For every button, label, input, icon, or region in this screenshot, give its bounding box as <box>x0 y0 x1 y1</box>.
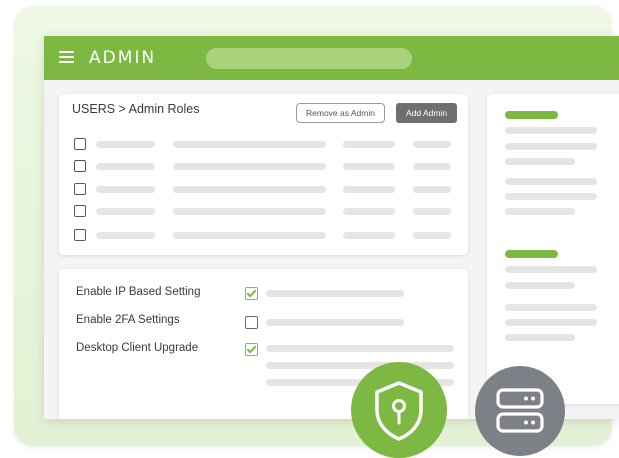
add-admin-button[interactable]: Add Admin <box>396 103 457 123</box>
setting-label-desktop: Desktop Client Upgrade <box>76 342 199 354</box>
row-checkbox[interactable] <box>74 205 86 217</box>
app-title: ADMIN <box>89 48 157 68</box>
search-input[interactable] <box>206 48 412 69</box>
table-row <box>59 183 468 199</box>
remove-admin-button[interactable]: Remove as Admin <box>296 103 385 123</box>
table-row <box>59 229 468 245</box>
ip-setting-checkbox[interactable] <box>245 287 258 300</box>
row-checkbox[interactable] <box>74 138 86 150</box>
security-badge <box>351 362 447 458</box>
server-stack-icon <box>496 388 544 433</box>
desktop-upgrade-checkbox[interactable] <box>245 343 258 356</box>
admin-roles-panel: USERS > Admin Roles Remove as Admin Add … <box>59 94 468 255</box>
section-heading-placeholder <box>505 111 558 119</box>
setting-label-ip: Enable IP Based Setting <box>76 286 201 298</box>
side-panel <box>487 94 619 404</box>
setting-label-2fa: Enable 2FA Settings <box>76 314 180 326</box>
row-checkbox[interactable] <box>74 160 86 172</box>
table-row <box>59 205 468 221</box>
hamburger-menu-icon[interactable] <box>59 51 74 64</box>
2fa-setting-checkbox[interactable] <box>245 316 258 329</box>
table-row <box>59 138 468 154</box>
shield-keyhole-icon <box>375 381 423 441</box>
table-row <box>59 160 468 176</box>
breadcrumb: USERS > Admin Roles <box>72 102 200 116</box>
admin-window: ADMIN USERS > Admin Roles Remove as Admi… <box>44 36 619 419</box>
top-bar: ADMIN <box>44 36 619 80</box>
row-checkbox[interactable] <box>74 229 86 241</box>
section-heading-placeholder <box>505 250 558 258</box>
server-badge <box>475 366 565 456</box>
row-checkbox[interactable] <box>74 183 86 195</box>
